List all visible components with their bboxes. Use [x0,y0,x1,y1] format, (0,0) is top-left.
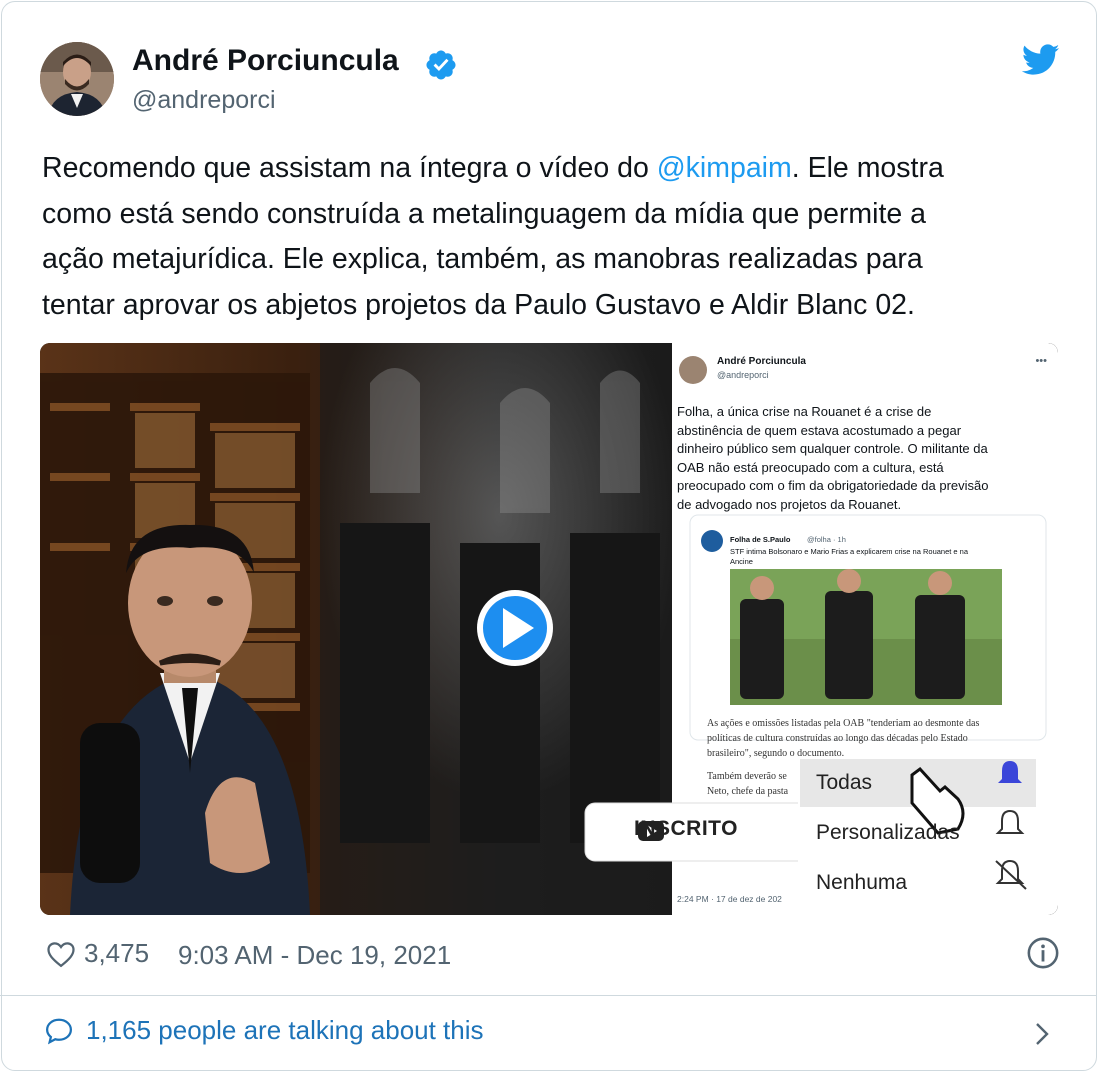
conversation-link[interactable]: 1,165 people are talking about this [44,1015,484,1046]
mention-link[interactable]: @kimpaim [657,152,792,184]
like-count: 3,475 [84,938,150,968]
embedded-timestamp: 2:24 PM · 17 de dez de 202 [677,894,782,904]
embedded-more-icon: ••• [1035,355,1047,367]
tweet-line: como está sendo construída a metalinguag… [42,197,927,230]
quote-text: STF intima Bolsonaro e Mario Frias a exp… [730,547,969,566]
author-avatar[interactable] [40,42,114,116]
quote-meta: @folha · 1h [807,535,846,544]
speech-bubble-icon [45,1018,73,1044]
like-button[interactable]: 3,475 [46,938,149,969]
info-icon[interactable] [1026,936,1060,970]
conversation-count: 1,165 people are talking about this [86,1015,484,1045]
subscribed-button[interactable]: INSCRITO [634,817,738,841]
tweet-timestamp[interactable]: 9:03 AM - Dec 19, 2021 [178,940,451,971]
notify-option-none[interactable]: Nenhuma [816,871,907,895]
quote-source: Folha de S.Paulo [730,535,791,544]
tweet-text: Recomendo que assistam na íntegra o víde… [42,146,1052,328]
tweet-line: Recomendo que assistam na íntegra o víde… [42,152,944,184]
tweet-line: tentar aprovar os abjetos projetos da Pa… [42,288,915,321]
embedded-author-handle: @andreporci [717,370,769,380]
embedded-author-name: André Porciuncula [717,356,806,367]
embedded-tweet-text: Folha, a única crise na Rouanet é a cris… [677,404,989,512]
heart-icon [47,941,75,967]
chevron-right-icon[interactable] [1032,1020,1052,1048]
verified-badge-icon [426,50,456,80]
twitter-bird-icon[interactable] [1022,44,1060,76]
tweet-line: ação metajurídica. Ele explica, também, … [42,243,923,275]
author-name[interactable]: André Porciuncula [132,44,399,78]
footer-divider [0,995,1096,996]
author-handle[interactable]: @andreporci [132,86,276,115]
video-thumbnail[interactable]: André Porciuncula @andreporci ••• Folha,… [40,343,1058,915]
notify-option-custom[interactable]: Personalizadas [816,821,960,845]
tweet-footer: 3,475 9:03 AM - Dec 19, 2021 [40,930,1060,980]
tweet-header: André Porciuncula @andreporci [40,40,1060,120]
notify-option-all[interactable]: Todas [816,771,872,795]
